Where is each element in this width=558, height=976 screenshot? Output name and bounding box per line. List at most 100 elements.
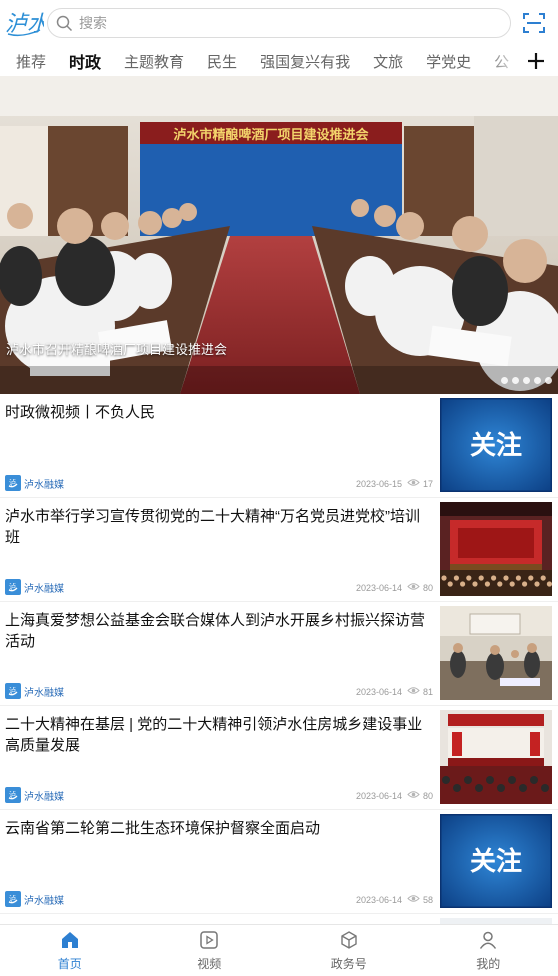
news-thumbnail-wrap[interactable]: 关注 (440, 398, 552, 492)
news-views: 80 (422, 582, 433, 593)
news-source-label: 泸水融媒 (24, 895, 64, 907)
source-logo-icon: 泸 (5, 475, 21, 491)
add-channel-button[interactable] (514, 46, 558, 76)
news-thumbnail: 关注 (440, 398, 552, 492)
news-title[interactable]: 二十大精神在基层 | 党的二十大精神引领泸水住房城乡建设事业高质量发展 (5, 714, 430, 756)
news-source-label: 泸水融媒 (24, 479, 64, 491)
search-icon (56, 15, 73, 31)
tab-4[interactable]: 强国复兴有我 (260, 51, 350, 72)
news-date: 2023-06-14 (355, 894, 402, 905)
news-thumbnail (440, 502, 552, 596)
tab-5[interactable]: 文旅 (373, 51, 403, 72)
carousel-dot[interactable] (523, 377, 530, 384)
nav-label: 政务号 (330, 956, 367, 971)
search-input[interactable] (79, 15, 479, 31)
news-title[interactable]: 上海真爱梦想公益基金会联合媒体人到泸水开展乡村振兴探访营活动 (5, 610, 430, 652)
source-logo-icon: 泸 (5, 891, 21, 907)
news-thumbnail-wrap[interactable] (440, 710, 552, 804)
news-source-label: 泸水融媒 (24, 583, 64, 595)
nav-item-0[interactable]: 首页 (0, 925, 140, 976)
news-meta: 2023-06-14 80 (356, 582, 433, 593)
tab-2[interactable]: 主题教育 (124, 51, 184, 72)
cube-icon (339, 930, 359, 955)
news-meta: 2023-06-14 58 (356, 894, 433, 905)
eye-icon (407, 478, 420, 489)
home-icon (60, 930, 80, 955)
news-thumbnail-wrap[interactable]: 关注 (440, 814, 552, 908)
news-date: 2023-06-15 (355, 478, 402, 489)
news-date: 2023-06-14 (355, 686, 402, 697)
svg-text:泸: 泸 (9, 478, 16, 487)
news-item[interactable]: 上海真爱梦想公益基金会联合媒体人到泸水开展乡村振兴探访营活动泸泸水融媒 2023-… (0, 602, 558, 706)
tab-1[interactable]: 时政 (69, 49, 101, 73)
news-title[interactable]: 云南省第二轮第二批生态环境保护督察全面启动 (5, 818, 430, 839)
nav-item-2[interactable]: 政务号 (279, 925, 419, 976)
carousel-dot[interactable] (545, 377, 552, 384)
logo-text: 泸水 (5, 11, 44, 36)
carousel-dot[interactable] (534, 377, 541, 384)
channel-tabs: 推荐时政主题教育民生强国复兴有我文旅学党史公 (0, 46, 558, 76)
tab-6[interactable]: 学党史 (426, 51, 471, 72)
tab-0[interactable]: 推荐 (16, 51, 46, 72)
carousel-dot[interactable] (501, 377, 508, 384)
follow-thumb-text: 关注 (470, 846, 522, 876)
carousel-indicator (501, 377, 552, 384)
news-views: 80 (422, 790, 433, 801)
news-item[interactable]: 二十大精神在基层 | 党的二十大精神引领泸水住房城乡建设事业高质量发展泸泸水融媒… (0, 706, 558, 810)
plus-icon (528, 53, 544, 69)
svg-text:泸: 泸 (9, 686, 16, 695)
news-source[interactable]: 泸泸水融媒 (5, 579, 64, 595)
news-list: 时政微视频丨不负人民泸泸水融媒 2023-06-15 17 关注 泸水市举行学习宣传贯彻… (0, 394, 558, 976)
news-source[interactable]: 泸泸水融媒 (5, 787, 64, 803)
news-meta: 2023-06-14 80 (356, 790, 433, 801)
user-icon (478, 930, 498, 955)
news-title[interactable]: 时政微视频丨不负人民 (5, 402, 430, 423)
eye-icon (407, 686, 420, 697)
nav-label: 我的 (476, 956, 501, 971)
nav-label: 首页 (57, 956, 82, 971)
nav-item-3[interactable]: 我的 (419, 925, 558, 976)
follow-thumb-text: 关注 (470, 430, 522, 460)
source-logo-icon: 泸 (5, 683, 21, 699)
news-views: 58 (422, 894, 433, 905)
news-thumbnail (440, 606, 552, 700)
news-thumbnail: 关注 (440, 814, 552, 908)
news-title[interactable]: 泸水市举行学习宣传贯彻党的二十大精神“万名党员进党校”培训班 (5, 506, 430, 548)
news-meta: 2023-06-14 81 (356, 686, 433, 697)
news-source[interactable]: 泸泸水融媒 (5, 683, 64, 699)
banner-caption: 泸水市召开精酿啤酒厂项目建设推进会 (6, 342, 228, 357)
news-thumbnail-wrap[interactable] (440, 606, 552, 700)
news-meta: 2023-06-15 17 (356, 478, 433, 489)
news-thumbnail-wrap[interactable] (440, 502, 552, 596)
search-bar[interactable] (47, 8, 511, 38)
banner-sign: 泸水市精酿啤酒厂项目建设推进会 (173, 127, 369, 142)
source-logo-icon: 泸 (5, 579, 21, 595)
bottom-nav: 首页 视频 政务号 我的 (0, 924, 558, 976)
news-thumbnail (440, 710, 552, 804)
nav-item-1[interactable]: 视频 (140, 925, 280, 976)
news-item[interactable]: 泸水市举行学习宣传贯彻党的二十大精神“万名党员进党校”培训班泸泸水融媒 2023-… (0, 498, 558, 602)
eye-icon (407, 582, 420, 593)
svg-text:泸: 泸 (9, 582, 16, 591)
news-source[interactable]: 泸泸水融媒 (5, 891, 64, 907)
svg-text:泸: 泸 (9, 790, 16, 799)
banner-carousel[interactable]: 泸水市精酿啤酒厂项目建设推进会 泸水市召开精酿啤酒厂项目建设推进会 (0, 76, 558, 394)
app-logo[interactable]: 泸水 (4, 4, 44, 42)
top-bar: 泸水 (0, 0, 558, 46)
news-date: 2023-06-14 (355, 582, 402, 593)
news-item[interactable]: 时政微视频丨不负人民泸泸水融媒 2023-06-15 17 关注 (0, 394, 558, 498)
news-views: 81 (422, 686, 433, 697)
news-item[interactable]: 云南省第二轮第二批生态环境保护督察全面启动泸泸水融媒 2023-06-14 58 关注 (0, 810, 558, 914)
tab-3[interactable]: 民生 (207, 51, 237, 72)
news-date: 2023-06-14 (355, 790, 402, 801)
scan-icon[interactable] (522, 11, 546, 35)
carousel-dot[interactable] (512, 377, 519, 384)
nav-label: 视频 (197, 956, 222, 971)
eye-icon (407, 894, 420, 905)
news-source[interactable]: 泸泸水融媒 (5, 475, 64, 491)
source-logo-icon: 泸 (5, 787, 21, 803)
video-icon (199, 930, 219, 955)
eye-icon (407, 790, 420, 801)
news-source-label: 泸水融媒 (24, 687, 64, 699)
svg-text:泸: 泸 (9, 894, 16, 903)
